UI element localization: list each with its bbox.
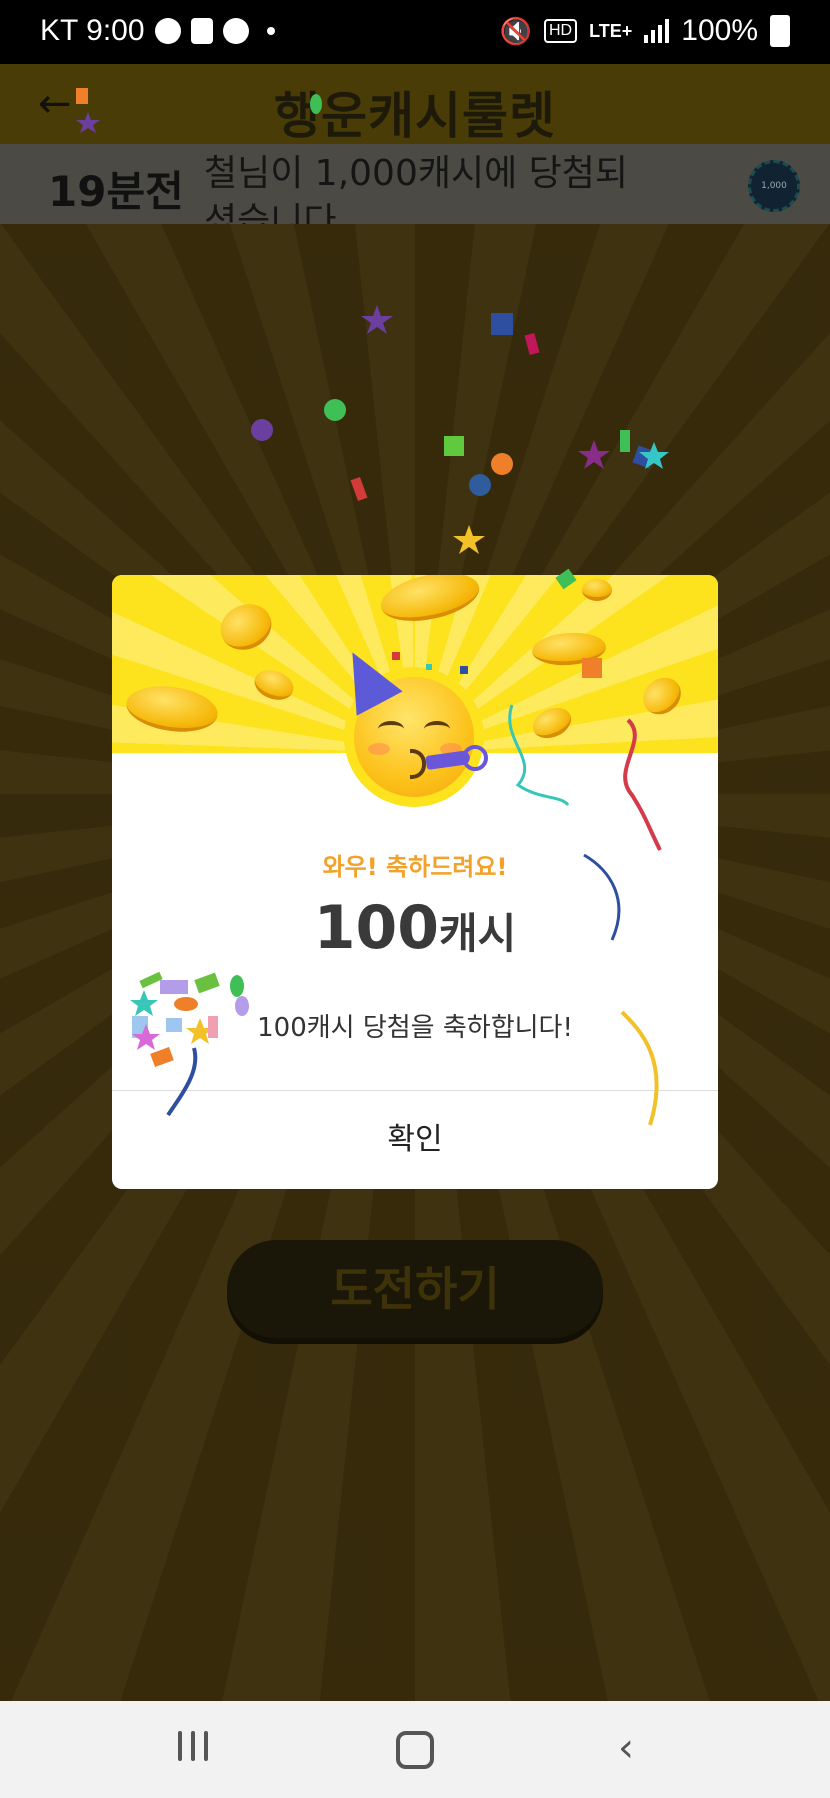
- emoji-eye: [378, 721, 404, 737]
- confirm-button[interactable]: 확인: [112, 1091, 718, 1189]
- status-left: KT 9:00: [40, 14, 275, 48]
- party-horn-curl: [462, 745, 488, 771]
- emoji-eye: [424, 721, 450, 737]
- signal-icon: [644, 19, 670, 43]
- phone-screen: KT 9:00 🔇 HD LTE+ 100% ← 행운캐시룰렛 19분전 철님이…: [0, 0, 830, 1798]
- status-bar: KT 9:00 🔇 HD LTE+ 100%: [0, 0, 830, 64]
- mute-icon: 🔇: [499, 15, 532, 46]
- winner-ticker: 19분전 철님이 1,000캐시에 당첨되셨습니다 1,000: [0, 144, 830, 224]
- settings-notification-icon: [222, 18, 249, 44]
- hd-badge: HD: [543, 19, 578, 43]
- battery-level: 100%: [681, 14, 758, 47]
- win-dialog: 와우! 축하드려요! 100캐시 100캐시 당첨을 축하합니다! 확인: [112, 575, 718, 1189]
- prize-amount: 100캐시: [112, 893, 718, 963]
- dialog-message: 100캐시 당첨을 축하합니다!: [257, 1013, 573, 1043]
- notification-icon: [154, 18, 181, 44]
- prize-number: 100: [313, 893, 439, 963]
- recent-apps-icon[interactable]: [178, 1731, 208, 1761]
- app-notification-icon: [190, 18, 213, 44]
- emoji-mouth: [410, 749, 426, 779]
- chip-label: 1,000: [761, 181, 787, 191]
- emoji-cheek: [368, 743, 390, 755]
- carrier-time: KT 9:00: [40, 14, 145, 47]
- network-type: LTE+: [589, 20, 633, 41]
- page-title: 행운캐시룰렛: [274, 87, 556, 145]
- ticker-message: 철님이 1,000캐시에 당첨되셨습니다: [204, 153, 629, 224]
- coin-icon: [582, 579, 612, 601]
- more-notifications-icon: [266, 27, 275, 35]
- system-nav-bar: ‹: [0, 1701, 830, 1798]
- coin-chip-icon: 1,000: [748, 160, 800, 212]
- home-icon[interactable]: [396, 1731, 434, 1769]
- ticker-time: 19분전: [48, 167, 184, 216]
- app-header: ← 행운캐시룰렛: [0, 64, 830, 145]
- dialog-subtitle: 와우! 축하드려요!: [322, 853, 508, 881]
- battery-icon: [770, 15, 790, 47]
- prize-unit: 캐시: [438, 909, 517, 958]
- back-icon[interactable]: ‹: [618, 1725, 634, 1771]
- challenge-button[interactable]: 도전하기: [227, 1240, 603, 1338]
- status-right: 🔇 HD LTE+ 100%: [500, 14, 790, 48]
- party-emoji-icon: [329, 640, 488, 807]
